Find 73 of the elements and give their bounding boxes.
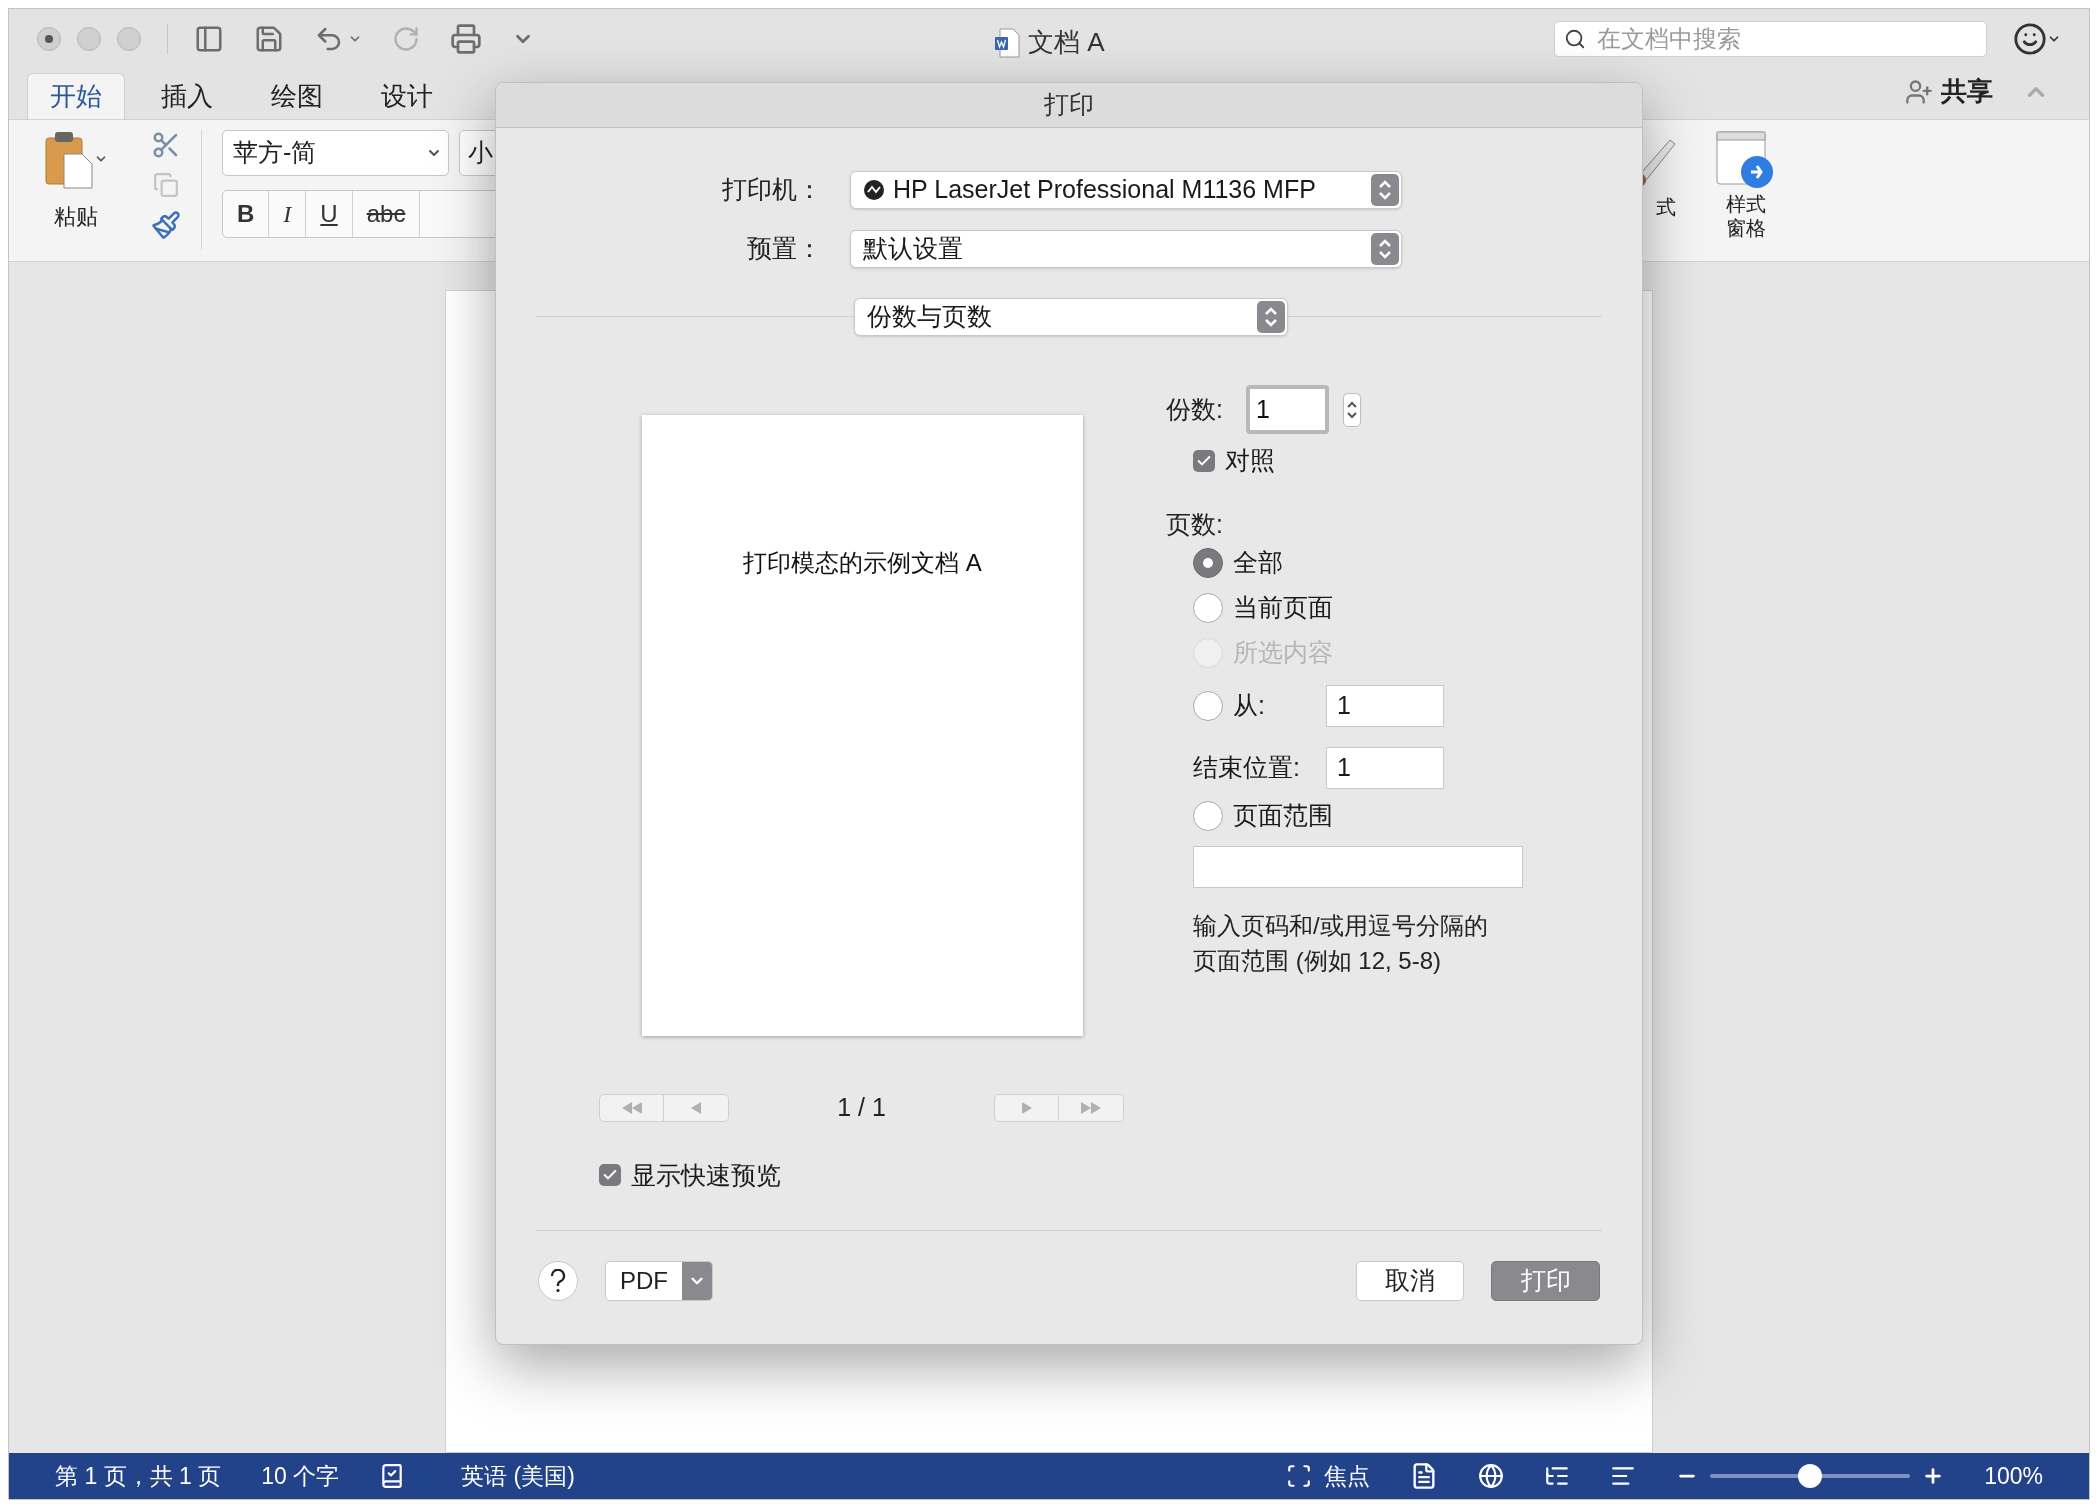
checkbox-label: 对照: [1225, 445, 1275, 477]
radio-button[interactable]: [1193, 691, 1223, 721]
format-button[interactable]: B: [223, 191, 270, 237]
format-button[interactable]: abc: [352, 191, 421, 237]
copies-field[interactable]: 1: [1246, 385, 1329, 434]
document-icon: [994, 27, 1020, 58]
checkbox[interactable]: [599, 1164, 621, 1187]
word-count[interactable]: 10 个字: [261, 1458, 340, 1494]
ribbon-tab[interactable]: 插入: [139, 73, 235, 119]
right-triangle-icon: [1020, 1101, 1033, 1114]
preview-text: 打印模态的示例文档 A: [743, 548, 982, 578]
share-button[interactable]: 共享: [1941, 72, 1993, 111]
styles-label: 式: [1656, 195, 1676, 220]
ribbon-tab[interactable]: 设计: [359, 73, 455, 119]
preset-dropdown[interactable]: 默认设置: [850, 230, 1402, 268]
radio-button[interactable]: [1193, 548, 1223, 578]
font-dropdown[interactable]: 苹方-简: [222, 130, 449, 176]
pages-label: 页数:: [1166, 509, 1224, 536]
radio-button[interactable]: [1193, 801, 1223, 831]
checkbox-label: 显示快速预览: [631, 1159, 781, 1191]
smiley-icon[interactable]: [2013, 22, 2047, 56]
zoom-percent: 100%: [1984, 1461, 2043, 1491]
zoom-slider-thumb[interactable]: [1798, 1464, 1823, 1488]
printer-status-icon: [863, 179, 885, 201]
dialog-title: 打印: [1044, 89, 1094, 121]
focus-label[interactable]: 焦点: [1324, 1458, 1371, 1494]
page-field[interactable]: 1: [1326, 747, 1444, 789]
paste-button[interactable]: 粘贴: [54, 200, 98, 233]
radio-label: 全部: [1233, 547, 1283, 579]
copies-label: 份数:: [1166, 393, 1224, 425]
section-dropdown[interactable]: 份数与页数: [854, 298, 1288, 336]
radio-button[interactable]: [1193, 593, 1223, 623]
up-down-chevrons-icon: [1378, 178, 1392, 202]
radio-label: 从:: [1233, 690, 1266, 722]
copies-stepper[interactable]: [1343, 392, 1361, 427]
up-down-chevrons-icon: [1264, 305, 1278, 329]
pdf-menu-button[interactable]: PDF: [605, 1261, 713, 1301]
page-count[interactable]: 第 1 页，共 1 页: [55, 1458, 222, 1494]
format-painter-icon[interactable]: [151, 210, 181, 240]
checkbox[interactable]: [1193, 450, 1215, 472]
left-triangle-icon: [690, 1101, 702, 1114]
format-button[interactable]: I: [269, 191, 307, 237]
help-icon: [550, 1269, 566, 1293]
printer-label: 打印机：: [721, 174, 823, 206]
styles-pane-label: 样式窗格: [1726, 192, 1766, 240]
up-down-chevrons-icon: [1378, 237, 1392, 261]
ribbon-tab[interactable]: 开始: [27, 73, 125, 119]
clipboard-icon: [44, 130, 94, 190]
search-icon: [1564, 28, 1586, 50]
cancel-button[interactable]: 取消: [1356, 1261, 1464, 1301]
help-button[interactable]: [538, 1261, 578, 1301]
printer-dropdown[interactable]: HP LaserJet Professional M1136 MFP: [850, 171, 1402, 209]
radio-label: 当前页面: [1233, 592, 1333, 624]
sidebar-icon[interactable]: [194, 24, 224, 54]
web-layout-icon[interactable]: [1478, 1463, 1505, 1489]
window-title: 文档 A: [1028, 26, 1105, 59]
preset-label: 预置：: [746, 233, 823, 265]
close-button[interactable]: [37, 27, 61, 51]
page-field[interactable]: 1: [1326, 685, 1444, 727]
double-right-triangle-icon: [1079, 1101, 1103, 1114]
search-field[interactable]: 在文档中搜索: [1554, 21, 1987, 57]
page-range-field[interactable]: [1193, 846, 1523, 888]
focus-icon[interactable]: [1286, 1463, 1313, 1489]
save-icon[interactable]: [254, 24, 284, 54]
page-range-hint: 输入页码和/或用逗号分隔的页面范围 (例如 12, 5-8): [1193, 911, 1489, 976]
ribbon-tab[interactable]: 绘图: [249, 73, 345, 119]
field-label: 结束位置:: [1193, 752, 1301, 784]
language-label[interactable]: 英语 (美国): [461, 1458, 575, 1494]
page-counter: 1 / 1: [837, 1092, 886, 1123]
format-button[interactable]: U: [306, 191, 353, 237]
radio-label: 页面范围: [1233, 800, 1333, 832]
print-icon[interactable]: [450, 23, 482, 55]
add-person-icon[interactable]: [1905, 77, 1933, 106]
